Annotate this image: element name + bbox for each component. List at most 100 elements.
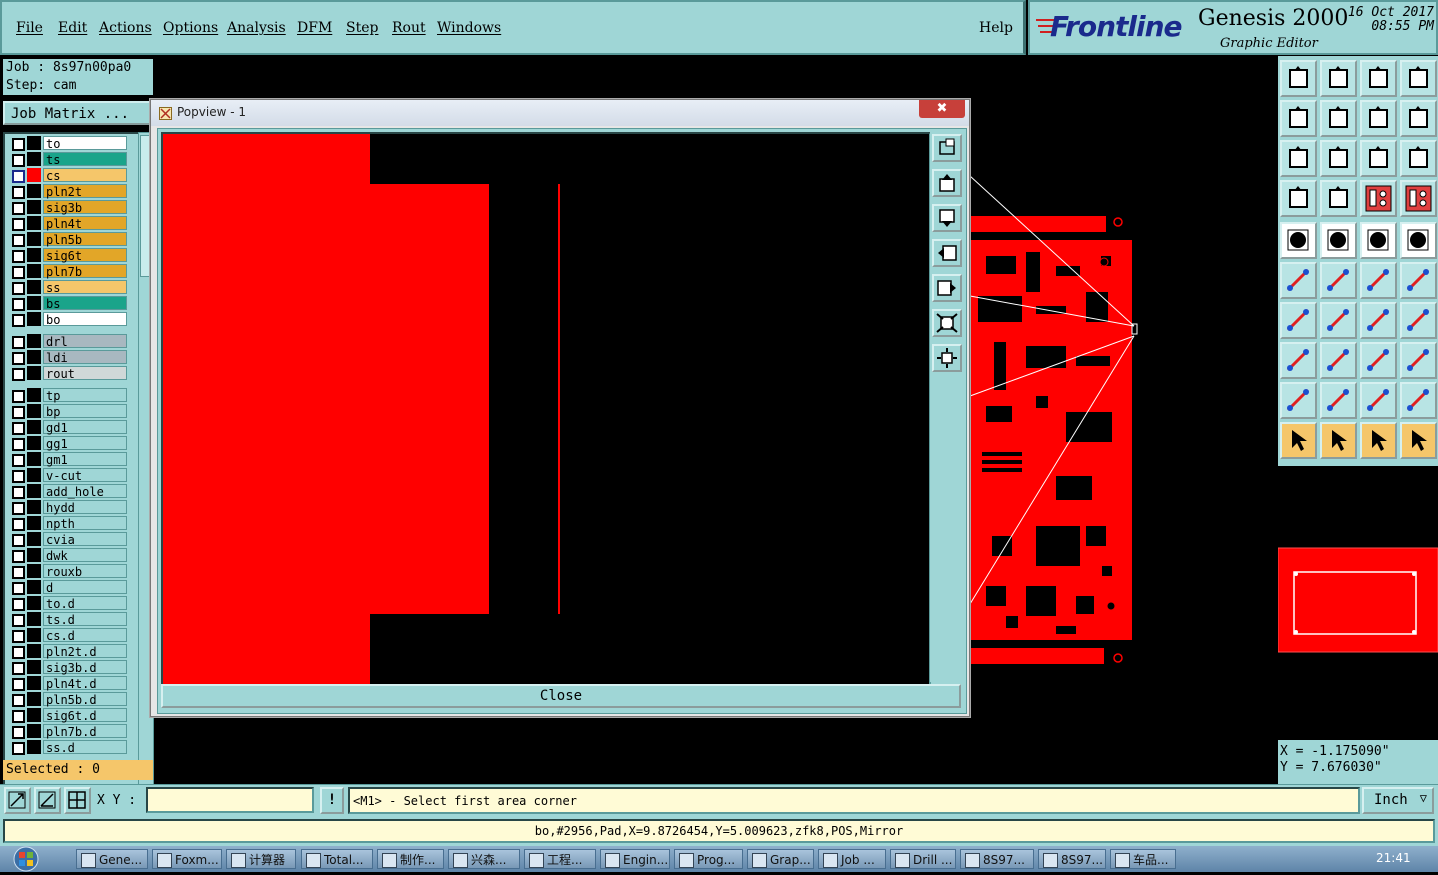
layer-name[interactable]: cvia (43, 532, 127, 547)
layer-checkbox[interactable] (12, 422, 25, 435)
layer-checkbox[interactable] (12, 678, 25, 691)
xy-input[interactable] (146, 787, 314, 813)
layer-name[interactable]: gm1 (43, 452, 127, 467)
layer-color-swatch[interactable] (27, 388, 41, 402)
layer-row-hydd[interactable]: hydd (7, 500, 127, 515)
pointer-4-tool-button[interactable] (1400, 422, 1437, 459)
taskbar-item[interactable]: 8S97... (1038, 849, 1106, 869)
layer-name[interactable]: npth (43, 516, 127, 531)
layer-checkbox[interactable] (12, 582, 25, 595)
layer-name[interactable]: add_hole (43, 484, 127, 499)
layer-color-swatch[interactable] (27, 248, 41, 262)
layer-checkbox[interactable] (12, 390, 25, 403)
layer-row-ts-d[interactable]: ts.d (7, 612, 127, 627)
layer-row-bs[interactable]: bs (7, 296, 127, 311)
layer-row-pln7b-d[interactable]: pln7b.d (7, 724, 127, 739)
layer-color-swatch[interactable] (27, 660, 41, 674)
taskbar-item[interactable]: 工程... (524, 849, 596, 869)
measure-mode-button[interactable] (34, 787, 61, 814)
layer-name[interactable]: rouxb (43, 564, 127, 579)
layer-color-swatch[interactable] (27, 724, 41, 738)
center-tool-button[interactable] (1320, 140, 1357, 177)
layer-row-d[interactable]: d (7, 580, 127, 595)
layer-row-bo[interactable]: bo (7, 312, 127, 327)
slash-tool-button[interactable] (1320, 302, 1357, 339)
layer-row-gg1[interactable]: gg1 (7, 436, 127, 451)
layer-checkbox[interactable] (12, 250, 25, 263)
layer-name[interactable]: to (43, 136, 127, 151)
start-button[interactable] (4, 846, 44, 872)
layer-name[interactable]: sig3b.d (43, 660, 127, 675)
layer-color-swatch[interactable] (27, 500, 41, 514)
layer-row-rout[interactable]: rout (7, 366, 127, 381)
minus-tool-button[interactable] (1320, 342, 1357, 379)
layer-color-swatch[interactable] (27, 580, 41, 594)
layer-name[interactable]: bp (43, 404, 127, 419)
overview-window[interactable] (1277, 466, 1438, 738)
layer-color-swatch[interactable] (27, 452, 41, 466)
layer-color-swatch[interactable] (27, 676, 41, 690)
layer-color-swatch[interactable] (27, 420, 41, 434)
layer-row-cs-d[interactable]: cs.d (7, 628, 127, 643)
layer-up-tool-button[interactable] (1280, 60, 1317, 97)
layer-row-ts[interactable]: ts (7, 152, 127, 167)
layer-row-ss-d[interactable]: ss.d (7, 740, 127, 755)
layer-color-swatch[interactable] (27, 708, 41, 722)
layer-row-pln2t[interactable]: pln2t (7, 184, 127, 199)
layer-color-swatch[interactable] (27, 532, 41, 546)
layer-row-pln5b-d[interactable]: pln5b.d (7, 692, 127, 707)
pad-tool-button[interactable] (1280, 222, 1317, 259)
menu-windows[interactable]: Windows (437, 20, 501, 36)
layer-row-ss[interactable]: ss (7, 280, 127, 295)
layer-checkbox[interactable] (12, 352, 25, 365)
window-close-button[interactable]: ✖ (919, 100, 965, 118)
layer-checkbox[interactable] (12, 726, 25, 739)
layer-color-swatch[interactable] (27, 264, 41, 278)
layer-checkbox[interactable] (12, 186, 25, 199)
home-tool-button[interactable] (1360, 60, 1397, 97)
layer-row-cs[interactable]: cs (7, 168, 127, 183)
layer-color-swatch[interactable] (27, 596, 41, 610)
pointer-2-tool-button[interactable] (1320, 422, 1357, 459)
layer-name[interactable]: pln4t (43, 216, 127, 231)
arc-tool-button[interactable] (1360, 302, 1397, 339)
angle-tool-button[interactable] (1280, 302, 1317, 339)
layer-color-swatch[interactable] (27, 296, 41, 310)
layer-name[interactable]: tp (43, 388, 127, 403)
layer-color-swatch[interactable] (27, 168, 41, 182)
layer-checkbox[interactable] (12, 170, 25, 183)
layer-name[interactable]: rout (43, 366, 127, 381)
layer-checkbox[interactable] (12, 368, 25, 381)
layer-color-swatch[interactable] (27, 516, 41, 530)
taskbar-item[interactable]: Gene... (76, 849, 148, 869)
layer-name[interactable]: pln5b (43, 232, 127, 247)
menu-analysis[interactable]: Analysis (227, 20, 286, 36)
layer-name[interactable]: bs (43, 296, 127, 311)
layer-checkbox[interactable] (12, 550, 25, 563)
layer-checkbox[interactable] (12, 694, 25, 707)
layer-name[interactable]: sig6t.d (43, 708, 127, 723)
layer-row-npth[interactable]: npth (7, 516, 127, 531)
taskbar-item[interactable]: 车品... (1110, 849, 1176, 869)
layer-color-swatch[interactable] (27, 436, 41, 450)
layer-checkbox[interactable] (12, 470, 25, 483)
popview-pan-up-button[interactable] (932, 169, 962, 197)
layer-checkbox[interactable] (12, 518, 25, 531)
layer-name[interactable]: hydd (43, 500, 127, 515)
layer-checkbox[interactable] (12, 336, 25, 349)
layer-name[interactable]: sig3b (43, 200, 127, 215)
taskbar-item[interactable]: 制作... (377, 849, 444, 869)
popview-close-button[interactable]: Close (161, 684, 961, 708)
layer-checkbox[interactable] (12, 502, 25, 515)
layer-name[interactable]: cs (43, 168, 127, 183)
popview-pan-down-button[interactable] (932, 204, 962, 232)
layer-color-swatch[interactable] (27, 404, 41, 418)
layer-row-dwk[interactable]: dwk (7, 548, 127, 563)
layer-color-swatch[interactable] (27, 692, 41, 706)
ruler-tool-button[interactable] (1360, 222, 1397, 259)
layer-checkbox[interactable] (12, 202, 25, 215)
layer-name[interactable]: dwk (43, 548, 127, 563)
menu-edit[interactable]: Edit (58, 20, 87, 36)
layer-color-swatch[interactable] (27, 312, 41, 326)
layer-row-sig3b-d[interactable]: sig3b.d (7, 660, 127, 675)
